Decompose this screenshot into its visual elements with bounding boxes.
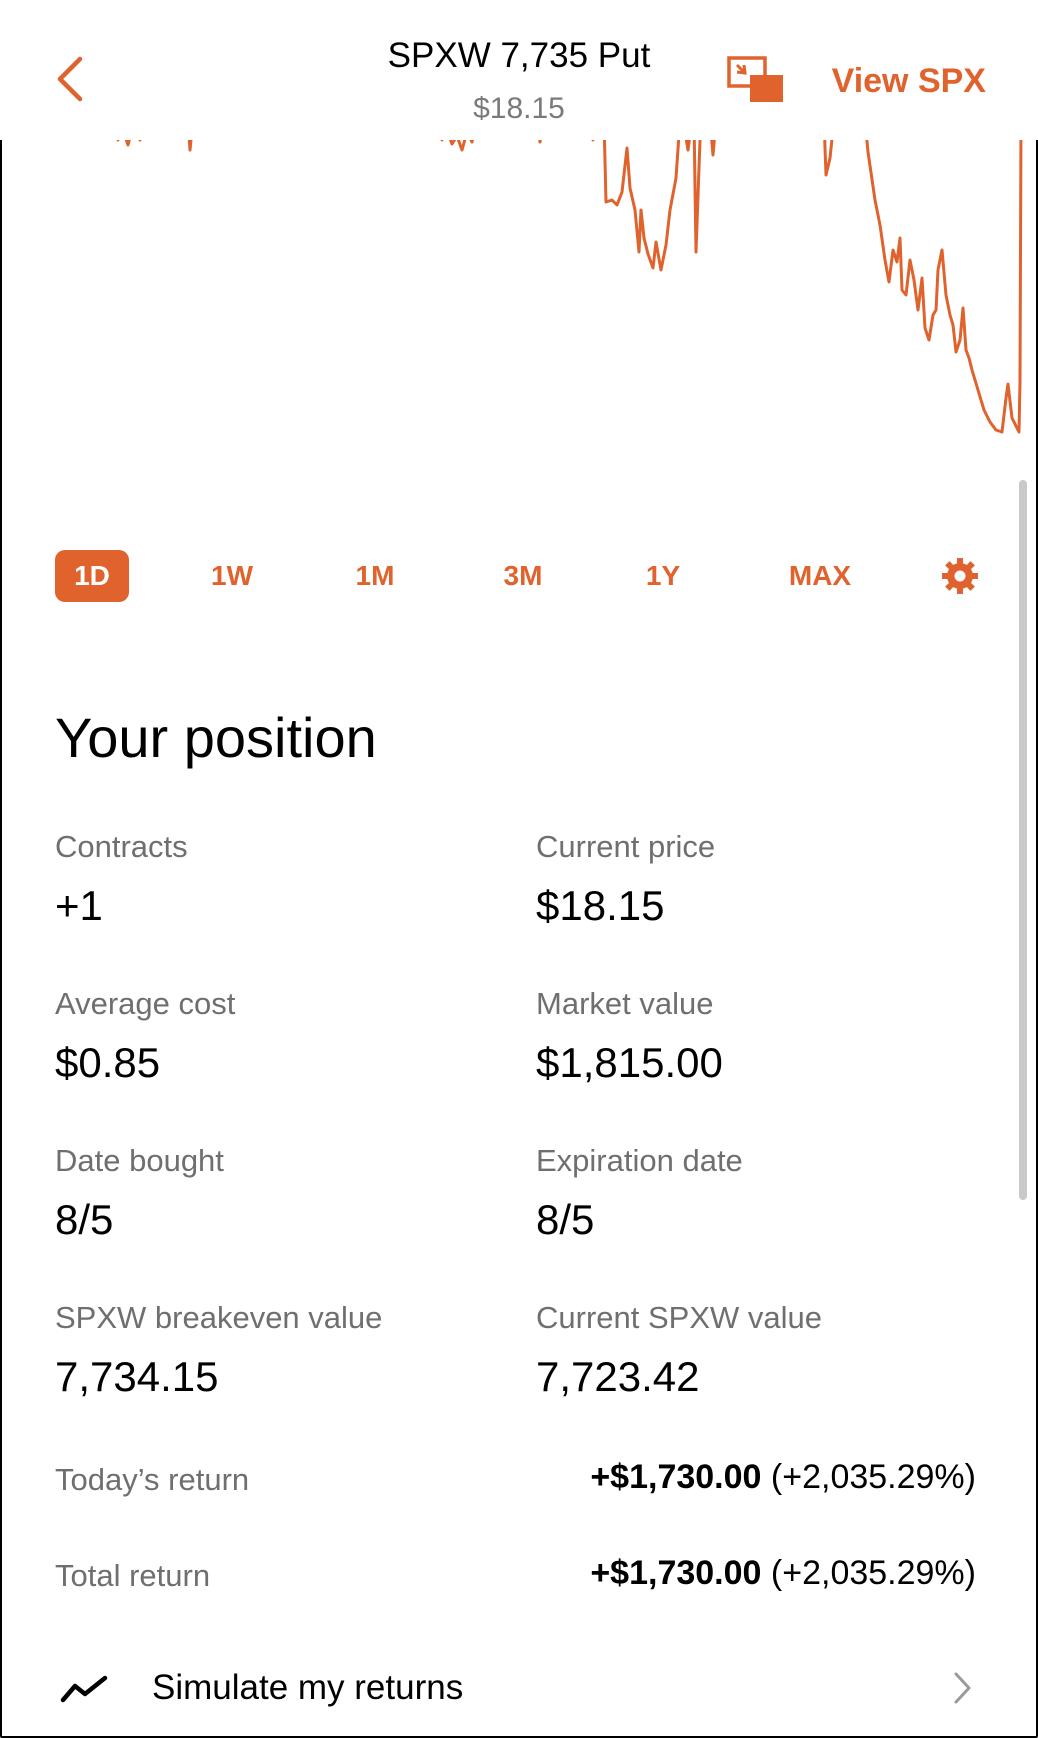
range-3m[interactable]: 3M (486, 550, 560, 602)
scrollbar[interactable] (1019, 480, 1027, 1200)
todays-return-percent: (+2,035.29%) (770, 1458, 976, 1496)
view-spx-link[interactable]: View SPX (832, 62, 986, 101)
chevron-right-icon (954, 1672, 971, 1704)
price-line-chart[interactable] (0, 130, 1038, 510)
date-bought-label: Date bought (55, 1143, 224, 1178)
total-return-value: +$1,730.00 (+2,035.29%) (590, 1554, 976, 1593)
simulate-returns-row[interactable]: Simulate my returns (0, 1648, 1034, 1728)
market-value-value: $1,815.00 (536, 1039, 723, 1086)
todays-return-label: Today’s return (55, 1462, 250, 1497)
average-cost-value: $0.85 (55, 1039, 161, 1086)
trend-line-icon (60, 1675, 108, 1703)
current-underlying-value: 7,723.42 (536, 1353, 700, 1400)
todays-return-amount: +$1,730.00 (590, 1458, 762, 1496)
range-max[interactable]: MAX (770, 550, 870, 602)
current-price-label: Current price (536, 829, 716, 864)
total-return-label: Total return (55, 1558, 211, 1593)
time-range-selector: 1D 1W 1M 3M 1Y MAX (55, 550, 985, 602)
contracts-value: +1 (55, 882, 103, 929)
market-value-label: Market value (536, 986, 714, 1021)
current-underlying-label: Current SPXW value (536, 1300, 822, 1335)
expiration-date-label: Expiration date (536, 1143, 743, 1178)
total-return-amount: +$1,730.00 (590, 1554, 762, 1592)
total-return-percent: (+2,035.29%) (770, 1554, 976, 1592)
section-heading: Your position (55, 706, 377, 769)
breakeven-value: 7,734.15 (55, 1353, 219, 1400)
average-cost-label: Average cost (55, 986, 236, 1021)
date-bought-value: 8/5 (55, 1196, 114, 1243)
range-1m[interactable]: 1M (338, 550, 412, 602)
todays-return-value: +$1,730.00 (+2,035.29%) (590, 1458, 976, 1497)
picture-in-picture-icon[interactable] (726, 55, 786, 105)
header-bar: SPXW 7,735 Put $18.15 View SPX (0, 0, 1038, 140)
price-chart[interactable] (0, 130, 1038, 510)
breakeven-label: SPXW breakeven value (55, 1300, 383, 1335)
gear-icon[interactable] (940, 556, 980, 596)
current-price-value: $18.15 (536, 882, 665, 929)
range-1y[interactable]: 1Y (626, 550, 700, 602)
simulate-returns-label: Simulate my returns (152, 1668, 464, 1707)
price-line (114, 130, 1023, 434)
contracts-label: Contracts (55, 829, 188, 864)
range-1d[interactable]: 1D (55, 550, 129, 602)
expiration-date-value: 8/5 (536, 1196, 595, 1243)
range-1w[interactable]: 1W (195, 550, 269, 602)
